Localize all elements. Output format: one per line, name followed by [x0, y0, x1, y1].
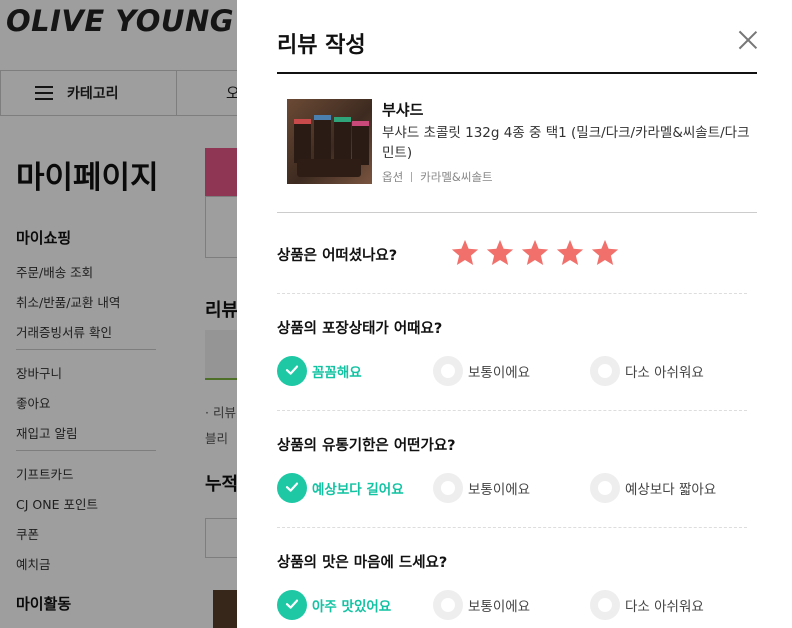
option-label: 꼼꼼해요 — [312, 365, 362, 381]
panel-title: 리뷰 작성 — [277, 33, 366, 58]
option-packaging-1[interactable]: 보통이에요 — [433, 356, 530, 386]
star-icon[interactable] — [485, 238, 515, 268]
radio-checked-icon — [277, 473, 307, 503]
radio-unchecked-icon — [433, 356, 463, 386]
section-divider — [277, 293, 747, 294]
product-divider — [277, 212, 757, 213]
star-icon[interactable] — [450, 238, 480, 268]
product-brand: 부샤드 — [382, 101, 424, 119]
question-expiration: 상품의 유통기한은 어떤가요? — [277, 438, 456, 454]
title-divider — [277, 72, 757, 74]
star-rating[interactable] — [450, 238, 625, 268]
option-label: 보통이에요 — [468, 365, 531, 381]
product-summary: 부샤드 부샤드 초콜릿 132g 4종 중 택1 (밀크/다크/카라멜&씨솔트/… — [277, 99, 757, 189]
option-separator — [411, 172, 413, 182]
product-image — [287, 99, 372, 184]
review-write-panel: 리뷰 작성 부샤드 부샤드 초콜릿 132g 4종 중 택1 (밀크/다크/카라… — [237, 0, 792, 628]
close-icon[interactable] — [738, 30, 758, 50]
section-divider — [277, 527, 747, 528]
option-label: 다소 아쉬워요 — [625, 365, 704, 381]
section-divider — [277, 410, 747, 411]
radio-unchecked-icon — [590, 356, 620, 386]
option-label: 예상보다 짧아요 — [625, 482, 717, 498]
star-icon[interactable] — [590, 238, 620, 268]
radio-unchecked-icon — [590, 473, 620, 503]
question-packaging: 상품의 포장상태가 어때요? — [277, 321, 443, 337]
star-icon[interactable] — [520, 238, 550, 268]
radio-checked-icon — [277, 356, 307, 386]
option-value: 카라멜&씨솔트 — [420, 170, 493, 184]
option-label: 보통이에요 — [468, 482, 531, 498]
option-packaging-0[interactable]: 꼼꼼해요 — [277, 356, 362, 386]
option-label: 아주 맛있어요 — [312, 599, 392, 615]
radio-unchecked-icon — [433, 590, 463, 620]
product-name: 부샤드 초콜릿 132g 4종 중 택1 (밀크/다크/카라멜&씨솔트/다크민트… — [382, 125, 750, 161]
radio-checked-icon — [277, 590, 307, 620]
option-expiration-1[interactable]: 보통이에요 — [433, 473, 530, 503]
option-expiration-2[interactable]: 예상보다 짧아요 — [590, 473, 716, 503]
star-icon[interactable] — [555, 238, 585, 268]
option-expiration-0[interactable]: 예상보다 길어요 — [277, 473, 404, 503]
option-label: 옵션 — [382, 170, 404, 184]
option-taste-2[interactable]: 다소 아쉬워요 — [590, 590, 704, 620]
question-taste: 상품의 맛은 마음에 드세요? — [277, 555, 448, 571]
option-taste-0[interactable]: 아주 맛있어요 — [277, 590, 391, 620]
option-label: 다소 아쉬워요 — [625, 599, 704, 615]
product-option: 옵션 카라멜&씨솔트 — [382, 169, 493, 185]
rating-question: 상품은 어떠셨나요? — [277, 248, 398, 264]
radio-unchecked-icon — [590, 590, 620, 620]
option-label: 보통이에요 — [468, 599, 531, 615]
option-label: 예상보다 길어요 — [312, 482, 404, 498]
radio-unchecked-icon — [433, 473, 463, 503]
option-packaging-2[interactable]: 다소 아쉬워요 — [590, 356, 704, 386]
option-taste-1[interactable]: 보통이에요 — [433, 590, 530, 620]
